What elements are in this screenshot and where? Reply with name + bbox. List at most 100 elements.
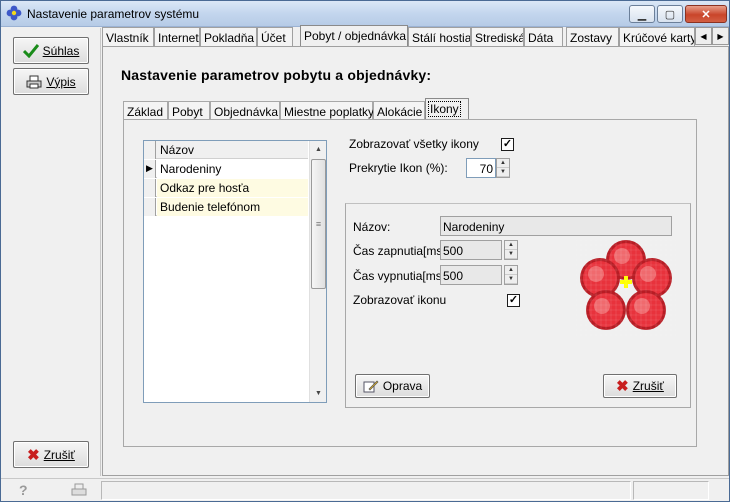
flower-pixel [614, 248, 630, 264]
scroll-down-icon[interactable]: ▼ [310, 385, 327, 402]
overlap-label: Prekrytie Ikon (%): [349, 161, 448, 175]
tab-strediska[interactable]: Strediská [471, 27, 524, 47]
status-panel [101, 481, 631, 500]
detail-zrusit-button[interactable]: ✖ Zrušiť [603, 374, 677, 398]
chevron-right-icon[interactable]: ▶ [712, 27, 729, 45]
window-title: Nastavenie parametrov systému [27, 7, 200, 21]
maximize-icon: ▢ [664, 8, 676, 21]
flower-pixel [634, 298, 650, 314]
detail-zrusit-label: Zrušiť [632, 379, 664, 393]
spin-up-icon[interactable]: ▲ [505, 266, 517, 275]
printer-icon [26, 75, 42, 88]
close-button[interactable]: ✕ [685, 5, 727, 23]
on-time-input[interactable]: 500 [440, 240, 502, 260]
minimize-button[interactable]: ▁ [629, 5, 655, 23]
oprava-label: Oprava [382, 379, 423, 393]
check-icon: ✓ [508, 294, 519, 306]
left-panel: Súhlas Výpis ✖ Zrušiť [1, 28, 101, 476]
tab-zostavy[interactable]: Zostavy [566, 27, 619, 47]
close-icon: ✕ [701, 8, 711, 21]
cancel-x-icon: ✖ [27, 446, 40, 464]
table-row[interactable]: Budenie telefónom [144, 198, 308, 216]
grid-cell: Budenie telefónom [157, 198, 308, 216]
tab-data[interactable]: Dáta [524, 27, 563, 47]
tab-page: Nastavenie parametrov pobytu a objednávk… [102, 46, 729, 476]
page-title: Nastavenie parametrov pobytu a objednávk… [121, 67, 432, 83]
spin-up-icon[interactable]: ▲ [505, 241, 517, 250]
on-time-spinner[interactable]: ▲ ▼ [504, 240, 518, 260]
tab-stali-hostia[interactable]: Stálí hostia [408, 27, 471, 47]
flower-icon-preview [576, 240, 676, 336]
table-row[interactable]: ▶ Narodeniny [144, 160, 308, 178]
tab-vlastnik[interactable]: Vlastník [102, 27, 154, 47]
table-row[interactable]: Odkaz pre hosťa [144, 179, 308, 197]
subtab-pobyt[interactable]: Pobyt [168, 101, 210, 120]
flower-pixel [594, 298, 610, 314]
oprava-button[interactable]: Oprava [355, 374, 430, 398]
spin-up-icon[interactable]: ▲ [497, 159, 509, 168]
subtab-ikony[interactable]: Ikony [425, 98, 469, 120]
subtab-ikony-label: Ikony [428, 101, 461, 117]
maximize-button[interactable]: ▢ [657, 5, 683, 23]
flower-pixel [640, 266, 656, 282]
edit-pencil-icon [363, 380, 379, 393]
main-window: Nastavenie parametrov systému ▁ ▢ ✕ Súhl… [0, 0, 730, 502]
subtab-miestne-poplatky[interactable]: Miestne poplatky [280, 101, 374, 120]
minimize-icon: ▁ [637, 8, 647, 21]
grid-cell: Odkaz pre hosťa [157, 179, 308, 197]
vypis-button[interactable]: Výpis [13, 68, 89, 95]
printer-icon[interactable] [71, 483, 87, 497]
spin-down-icon[interactable]: ▼ [497, 168, 509, 177]
zrusit-label: Zrušiť [43, 447, 75, 462]
spin-down-icon[interactable]: ▼ [505, 250, 517, 259]
spin-down-icon[interactable]: ▼ [505, 275, 517, 284]
off-time-input[interactable]: 500 [440, 265, 502, 285]
on-time-label: Čas zapnutia[ms]: [353, 244, 450, 258]
row-indicator [144, 179, 156, 197]
chevron-left-icon[interactable]: ◀ [695, 27, 712, 45]
tab-scroll: ◀ ▶ [695, 27, 729, 45]
status-bar: ? [1, 478, 729, 501]
overlap-input[interactable]: 70 [466, 158, 496, 178]
icons-page: Názov ▶ Narodeniny Odkaz pre hosťa Buden… [123, 119, 697, 447]
status-panel [633, 481, 709, 500]
show-all-icons-label: Zobrazovať všetky ikony [349, 137, 479, 151]
overlap-spinner[interactable]: ▲ ▼ [496, 158, 510, 178]
title-bar[interactable]: Nastavenie parametrov systému ▁ ▢ ✕ [1, 1, 729, 27]
icon-detail-panel: Názov: Narodeniny Čas zapnutia[ms]: 500 … [345, 203, 691, 408]
tab-krucove-karty[interactable]: Krúčové karty [619, 27, 695, 47]
show-icon-checkbox[interactable]: ✓ [507, 294, 520, 307]
name-field[interactable]: Narodeniny [440, 216, 672, 236]
suhlas-button[interactable]: Súhlas [13, 37, 89, 64]
check-icon: ✓ [502, 138, 513, 150]
grid-header-indicator [144, 141, 156, 159]
subtab-alokacie[interactable]: Alokácie [373, 101, 425, 120]
row-indicator [144, 198, 156, 216]
suhlas-label: Súhlas [42, 43, 80, 58]
tab-internet[interactable]: Internet [154, 27, 200, 47]
help-icon[interactable]: ? [19, 482, 28, 498]
icons-grid[interactable]: Názov ▶ Narodeniny Odkaz pre hosťa Buden… [143, 140, 327, 403]
off-time-label: Čas vypnutia[ms]: [353, 269, 449, 283]
tab-pokladna[interactable]: Pokladňa [200, 27, 257, 47]
cancel-x-icon: ✖ [616, 378, 629, 395]
show-icon-label: Zobrazovať ikonu [353, 293, 447, 307]
tab-pobyt-objednavka[interactable]: Pobyt / objednávka [300, 25, 408, 48]
checkmark-icon [22, 43, 39, 58]
grid-cell: Narodeniny [157, 160, 308, 178]
grid-scrollbar[interactable]: ▲ ≡ ▼ [309, 141, 326, 402]
scroll-thumb[interactable]: ≡ [311, 159, 326, 289]
subtab-zaklad[interactable]: Základ [123, 101, 168, 120]
subtab-objednavka[interactable]: Objednávka [210, 101, 280, 120]
off-time-spinner[interactable]: ▲ ▼ [504, 265, 518, 285]
grid-header-row: Názov [144, 141, 308, 159]
main-tabs: Vlastník Internet Pokladňa Účet Pobyt / … [102, 25, 729, 48]
scroll-up-icon[interactable]: ▲ [310, 141, 327, 158]
zrusit-button[interactable]: ✖ Zrušiť [13, 441, 89, 468]
show-all-icons-checkbox[interactable]: ✓ [501, 138, 514, 151]
vypis-label: Výpis [46, 74, 76, 89]
flower-app-icon [6, 5, 22, 21]
grid-header-nazov[interactable]: Názov [157, 141, 308, 159]
row-pointer-icon: ▶ [144, 160, 156, 178]
tab-ucet[interactable]: Účet [257, 27, 293, 47]
